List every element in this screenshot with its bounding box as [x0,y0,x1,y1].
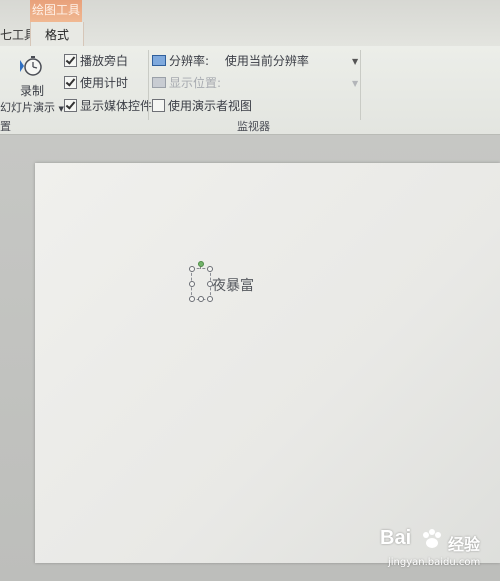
presenter-view-checkbox[interactable]: 使用演示者视图 [152,97,252,115]
show-on-label: 显示位置: [169,76,222,90]
drawing-tools-context-label: 绘图工具 [30,0,82,22]
use-timings-label: 使用计时 [80,76,129,90]
play-narrations-label: 播放旁白 [80,54,129,68]
presenter-view-label: 使用演示者视图 [168,99,253,113]
tab-format[interactable]: 格式 [30,22,84,46]
resize-handle[interactable] [207,266,213,272]
setup-group-label: 置 [0,120,11,133]
chevron-down-icon[interactable]: ▼ [352,57,358,66]
record-button-sublabel[interactable]: 幻灯片演示 ▼ [0,99,64,115]
play-narrations-checkbox[interactable]: 播放旁白 [64,52,128,70]
checkbox-checked-icon[interactable] [64,54,77,67]
baidu-jingyan-watermark: Bai 经验 jingyan.baidu.com [380,525,498,575]
watermark-brand: Bai [380,527,412,549]
checkbox-checked-icon[interactable] [64,99,77,112]
watermark-text: 经验 [448,535,481,554]
chevron-down-icon: ▼ [352,79,359,88]
monitor-icon [152,55,166,66]
resolution-row[interactable]: 分辨率: 使用当前分辨率 [152,52,309,70]
slide-canvas[interactable] [35,163,500,563]
monitor-icon [152,77,166,88]
resize-handle[interactable] [198,296,204,302]
show-media-controls-label: 显示媒体控件 [80,99,153,113]
resize-handle[interactable] [207,296,213,302]
checkbox-unchecked-icon[interactable] [152,99,165,112]
record-sublabel-text: 幻灯片演示 [0,101,55,114]
paw-logo-icon [423,529,441,548]
resize-handle[interactable] [189,281,195,287]
ribbon-tab-bar: 绘图工具 七工具 格式 [0,0,500,47]
watermark-url: jingyan.baidu.com [388,557,481,568]
resize-handle[interactable] [189,266,195,272]
group-divider [360,50,361,120]
slide-text[interactable]: 夜暴富 [212,275,254,295]
show-media-controls-checkbox[interactable]: 显示媒体控件 [64,97,152,115]
group-divider [148,50,149,120]
use-timings-checkbox[interactable]: 使用计时 [64,74,128,92]
record-button-label[interactable]: 录制 [20,82,44,99]
resolution-label: 分辨率: [169,54,210,68]
resolution-dropdown[interactable]: 使用当前分辨率 [225,54,309,68]
show-on-row: 显示位置: [152,74,221,92]
monitors-group-label: 监视器 [237,120,270,133]
ribbon-panel: 录制 幻灯片演示 ▼ 播放旁白 使用计时 显示媒体控件 分辨率: 使用当前分辨率… [0,46,500,135]
resize-handle[interactable] [189,296,195,302]
checkbox-checked-icon[interactable] [64,76,77,89]
rotation-handle[interactable] [198,261,204,267]
record-slideshow-icon[interactable] [18,54,42,78]
